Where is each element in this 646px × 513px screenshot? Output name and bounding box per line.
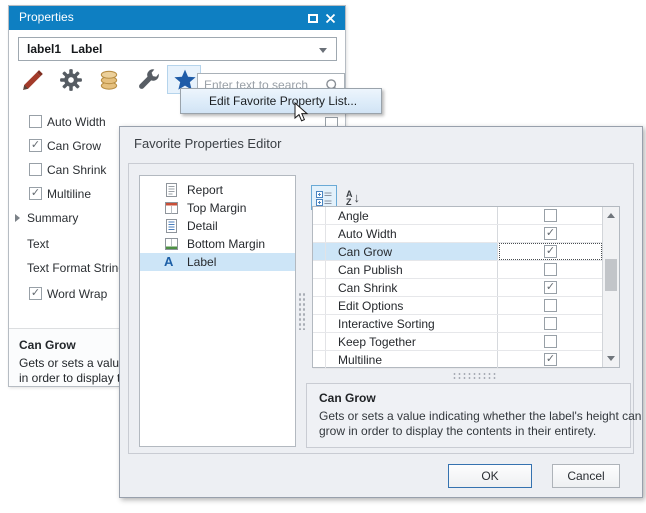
grid-row-edit-options[interactable]: Edit Options <box>313 297 602 315</box>
value-checkbox[interactable]: ✓ <box>544 281 557 294</box>
scroll-down-icon[interactable] <box>607 356 615 361</box>
close-icon[interactable] <box>325 13 336 24</box>
properties-titlebar[interactable]: Properties <box>9 6 345 30</box>
property-label: Auto Width <box>47 115 106 129</box>
band-item-top-margin[interactable]: Top Margin <box>140 199 295 217</box>
cancel-button[interactable]: Cancel <box>552 464 620 488</box>
property-label: Word Wrap <box>47 287 107 301</box>
tools-wrench-icon[interactable] <box>137 68 161 92</box>
value-checkbox[interactable]: ✓ <box>544 227 557 240</box>
value-checkbox[interactable] <box>544 263 557 276</box>
selected-object: label1 Label <box>27 42 102 56</box>
value-checkbox[interactable]: ✓ <box>544 245 557 258</box>
grid-row-auto-width[interactable]: Auto Width ✓ <box>313 225 602 243</box>
screen: Properties label1 Label <box>0 0 646 513</box>
band-label: Top Margin <box>187 201 246 215</box>
checkbox[interactable] <box>29 115 42 128</box>
property-label: Can Grow <box>47 139 101 153</box>
band-label: Detail <box>187 219 218 233</box>
checkbox[interactable]: ✓ <box>29 139 42 152</box>
bottom-margin-icon <box>165 237 178 251</box>
description-title: Can Grow <box>319 391 376 405</box>
dialog-title: Favorite Properties Editor <box>134 136 281 151</box>
panel-title: Properties <box>19 10 74 24</box>
grid-row-keep-together[interactable]: Keep Together <box>313 333 602 351</box>
value-checkbox[interactable] <box>544 299 557 312</box>
detail-icon <box>165 219 178 233</box>
ok-button[interactable]: OK <box>448 464 532 488</box>
data-icon[interactable] <box>97 68 121 92</box>
behavior-gear-icon[interactable] <box>59 68 83 92</box>
object-type: Label <box>71 42 102 56</box>
grid-row-interactive-sorting[interactable]: Interactive Sorting <box>313 315 602 333</box>
maximize-icon[interactable] <box>308 14 318 23</box>
band-item-report[interactable]: Report <box>140 181 295 199</box>
band-item-bottom-margin[interactable]: Bottom Margin <box>140 235 295 253</box>
checkbox[interactable]: ✓ <box>29 187 42 200</box>
value-checkbox[interactable] <box>544 317 557 330</box>
band-item-label[interactable]: A Label <box>140 253 295 271</box>
top-margin-icon <box>165 201 178 215</box>
band-label: Bottom Margin <box>187 237 265 251</box>
mouse-cursor <box>294 102 309 123</box>
grid-row-can-grow[interactable]: Can Grow ✓ <box>313 243 602 261</box>
appearance-brush-icon[interactable] <box>21 68 45 92</box>
band-label: Report <box>187 183 223 197</box>
dialog-description: Can Grow Gets or sets a value indicating… <box>306 383 631 448</box>
object-selector-combobox[interactable]: label1 Label <box>18 37 337 61</box>
grid-scrollbar[interactable] <box>602 207 619 367</box>
object-name: label1 <box>27 42 61 56</box>
value-checkbox[interactable] <box>544 335 557 348</box>
sort-az-icon: AZ <box>346 190 353 206</box>
report-icon <box>165 183 178 197</box>
property-label: Text <box>27 237 49 251</box>
horizontal-splitter-handle[interactable] <box>452 372 496 379</box>
scrollbar-thumb[interactable] <box>605 259 617 291</box>
property-label: Multiline <box>47 187 91 201</box>
grid-row-multiline[interactable]: Multiline ✓ <box>313 351 602 369</box>
grid-row-can-publish[interactable]: Can Publish <box>313 261 602 279</box>
value-checkbox[interactable] <box>544 209 557 222</box>
band-label: Label <box>187 255 216 269</box>
label-a-icon: A <box>164 254 173 269</box>
grid-row-angle[interactable]: Angle <box>313 207 602 225</box>
property-label: Text Format String <box>27 261 125 275</box>
menu-item-edit-favorite-property-list[interactable]: Edit Favorite Property List... <box>209 94 357 108</box>
chevron-down-icon[interactable] <box>319 48 327 53</box>
description-text-line2: grow in order to display the contents in… <box>319 424 596 438</box>
checkbox[interactable]: ✓ <box>29 287 42 300</box>
property-label: Summary <box>27 211 78 225</box>
value-checkbox[interactable]: ✓ <box>544 353 557 366</box>
favorites-menu: Edit Favorite Property List... <box>180 88 382 114</box>
categorized-icon <box>316 190 332 206</box>
property-label: Can Shrink <box>47 163 106 177</box>
description-text-line1: Gets or sets a value indicating whether … <box>319 409 641 423</box>
favorite-properties-editor-dialog: Favorite Properties Editor Report <box>119 126 643 498</box>
checkbox[interactable] <box>29 163 42 176</box>
band-item-detail[interactable]: Detail <box>140 217 295 235</box>
scroll-up-icon[interactable] <box>607 213 615 218</box>
description-title: Can Grow <box>19 338 76 352</box>
expander-icon[interactable] <box>15 214 20 222</box>
vertical-splitter-handle[interactable] <box>298 292 306 330</box>
grid-row-can-shrink[interactable]: Can Shrink ✓ <box>313 279 602 297</box>
favorite-properties-grid: Angle Auto Width ✓ Can Grow ✓ Can Publis… <box>312 206 620 368</box>
sort-arrow-icon: ↓ <box>354 190 361 205</box>
band-list: Report Top Margin Detail <box>139 175 296 447</box>
